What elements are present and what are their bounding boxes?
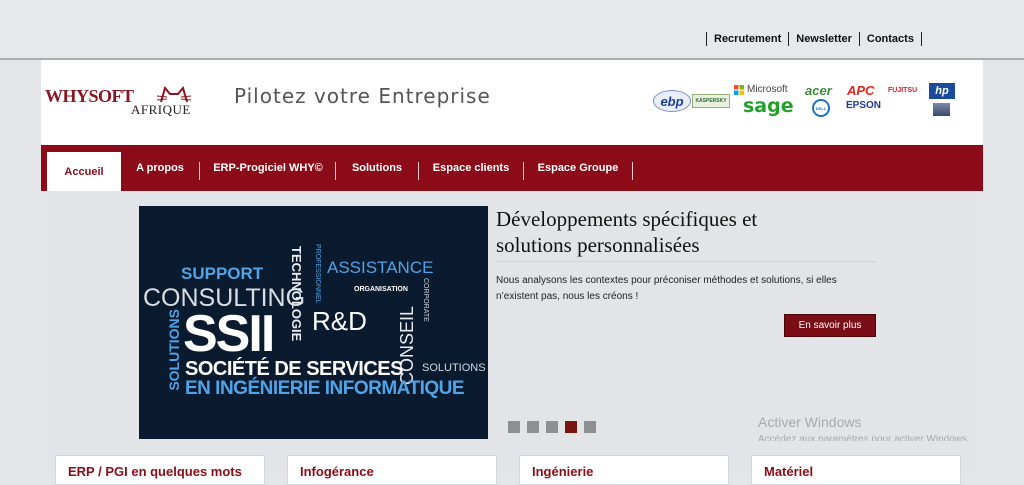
slider-dot-2[interactable] bbox=[527, 421, 539, 433]
word-professionnel: PROFESSIONNEL bbox=[314, 244, 321, 304]
recrutement-link[interactable]: Recrutement bbox=[707, 33, 788, 45]
slider-dot-3[interactable] bbox=[546, 421, 558, 433]
feature-box-infogerance[interactable]: Infogérance bbox=[287, 455, 497, 485]
word-solutions: SOLUTIONS bbox=[422, 362, 486, 374]
top-bar: Recrutement Newsletter Contacts bbox=[0, 0, 1024, 60]
ebp-text: ebp bbox=[660, 93, 684, 109]
en-savoir-plus-button[interactable]: En savoir plus bbox=[784, 314, 876, 337]
feature-box-erp[interactable]: ERP / PGI en quelques mots bbox=[55, 455, 265, 485]
feature-box-title: Matériel bbox=[764, 464, 814, 479]
nav-item-espace-groupe[interactable]: Espace Groupe bbox=[529, 145, 627, 191]
logo-text-sub: AFRIQUE bbox=[131, 102, 191, 117]
microsoft-logo: Microsoft bbox=[734, 84, 788, 95]
feature-boxes: ERP / PGI en quelques mots Infogérance I… bbox=[41, 441, 983, 485]
top-links: Recrutement Newsletter Contacts bbox=[706, 32, 922, 46]
word-support: SUPPORT bbox=[181, 264, 264, 283]
word-ssii: SSII bbox=[183, 305, 275, 363]
dell-text: DELL bbox=[815, 105, 827, 111]
nav-separator bbox=[418, 162, 419, 180]
nav-item-solutions[interactable]: Solutions bbox=[341, 145, 413, 191]
nav-item-espace-clients[interactable]: Espace clients bbox=[424, 145, 518, 191]
slider-dot-1[interactable] bbox=[508, 421, 520, 433]
main-nav: Accueil A propos ERP-Progiciel WHY© Solu… bbox=[41, 145, 983, 191]
hero-slider: SUPPORT CONSULTING TECHNOLOGIE PROFESSIO… bbox=[41, 191, 983, 445]
slide-text: Nous analysons les contextes pour précon… bbox=[496, 275, 837, 302]
slider-dot-4[interactable] bbox=[565, 421, 577, 433]
word-technologie: TECHNOLOGIE bbox=[289, 246, 304, 342]
sage-logo: sage bbox=[743, 95, 794, 117]
nav-separator bbox=[335, 162, 336, 180]
hp-logo: hp bbox=[929, 83, 955, 99]
feature-box-materiel[interactable]: Matériel bbox=[751, 455, 961, 485]
ssii-word-cloud-image: SUPPORT CONSULTING TECHNOLOGIE PROFESSIO… bbox=[139, 206, 488, 439]
contacts-link[interactable]: Contacts bbox=[860, 33, 921, 45]
word-organisation: ORGANISATION bbox=[354, 286, 408, 293]
logo-text-main: WHYSOFT bbox=[45, 86, 134, 106]
partner-image bbox=[933, 103, 950, 116]
apc-logo: APC bbox=[847, 83, 875, 98]
header: WHYSOFT AFRIQUE Pilotez votre Entreprise… bbox=[41, 60, 983, 145]
kaspersky-logo: KASPERSKY bbox=[692, 94, 730, 108]
dell-logo: DELL bbox=[812, 99, 830, 117]
acer-logo: acer bbox=[805, 83, 832, 98]
microsoft-text: Microsoft bbox=[747, 84, 788, 95]
windows-icon bbox=[734, 84, 744, 95]
nav-separator bbox=[523, 162, 524, 180]
word-corporate: CORPORATE bbox=[422, 278, 429, 322]
word-ingenierie-informatique: EN INGÉNIERIE INFORMATIQUE bbox=[185, 378, 465, 399]
separator bbox=[920, 32, 922, 46]
kaspersky-text: KASPERSKY bbox=[695, 98, 727, 104]
whysoft-logo[interactable]: WHYSOFT AFRIQUE bbox=[45, 82, 195, 122]
word-solutions-vertical: SOLUTIONS bbox=[166, 309, 182, 391]
feature-box-title: ERP / PGI en quelques mots bbox=[68, 464, 242, 479]
nav-item-a-propos[interactable]: A propos bbox=[125, 145, 195, 191]
watermark-title: Activer Windows bbox=[758, 414, 862, 430]
slider-dots bbox=[508, 421, 596, 433]
epson-logo: EPSON bbox=[846, 100, 882, 111]
cat-icon bbox=[157, 85, 191, 103]
feature-box-ingenierie[interactable]: Ingénierie bbox=[519, 455, 729, 485]
nav-separator bbox=[199, 162, 200, 180]
tagline: Pilotez votre Entreprise bbox=[234, 84, 491, 108]
feature-box-title: Infogérance bbox=[300, 464, 374, 479]
word-assistance: ASSISTANCE bbox=[327, 258, 434, 277]
slide-title: Développements spécifiques et solutions … bbox=[496, 207, 758, 257]
fujitsu-logo: FUJITSU bbox=[888, 87, 918, 94]
nav-item-accueil[interactable]: Accueil bbox=[47, 152, 121, 191]
nav-item-erp[interactable]: ERP-Progiciel WHY© bbox=[203, 145, 333, 191]
newsletter-link[interactable]: Newsletter bbox=[789, 33, 859, 45]
slider-dot-5[interactable] bbox=[584, 421, 596, 433]
slide-divider bbox=[496, 261, 876, 262]
hp-text: hp bbox=[935, 85, 949, 97]
feature-box-title: Ingénierie bbox=[532, 464, 594, 479]
nav-separator bbox=[632, 162, 633, 180]
partner-logos: ebp KASPERSKY Microsoft sage acer DELL A… bbox=[653, 82, 973, 122]
word-rd: R&D bbox=[312, 306, 367, 336]
ebp-logo: ebp bbox=[653, 90, 691, 112]
page-container: WHYSOFT AFRIQUE Pilotez votre Entreprise… bbox=[41, 60, 983, 485]
